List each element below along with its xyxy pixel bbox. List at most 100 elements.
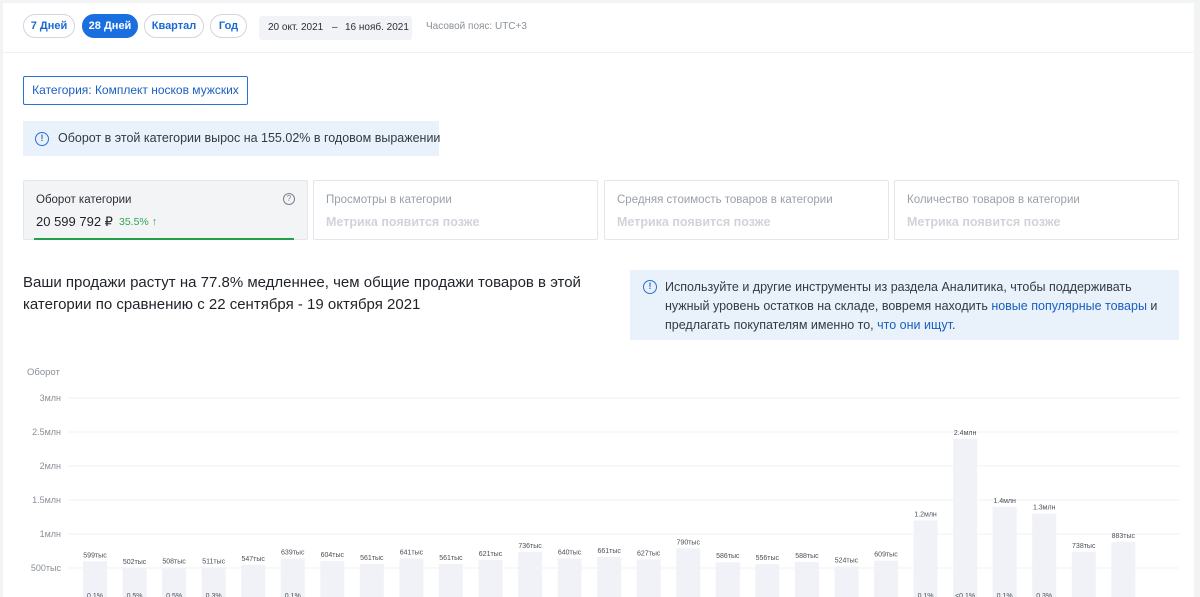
y-tick-label: 500тыс <box>31 563 62 573</box>
bar-value-label: 588тыс <box>795 553 819 560</box>
chart-bar <box>518 551 543 597</box>
y-tick-label: 1млн <box>40 529 61 539</box>
chart-bar <box>953 438 978 597</box>
chart-bar <box>715 562 740 597</box>
bar-value-label: 1.4млн <box>993 498 1016 505</box>
period-year-button[interactable]: Год <box>210 14 247 38</box>
timezone-label: Часовой пояс: UTC+3 <box>426 21 527 32</box>
chart-bar <box>992 506 1017 597</box>
chart-bar <box>636 559 661 597</box>
metric-value: 20 599 792 ₽ <box>36 214 113 229</box>
bar-value-label: 502тыс <box>123 559 147 566</box>
chart-bar <box>676 548 701 597</box>
y-tick-label: 1.5млн <box>32 495 61 505</box>
metric-title: Просмотры в категории <box>326 194 452 206</box>
chart-bar <box>1111 541 1136 597</box>
chart-bar <box>320 560 345 597</box>
bar-value-label: 621тыс <box>479 551 503 558</box>
bar-value-label: 556тыс <box>756 555 780 562</box>
analytics-tip-text: Используйте и другие инструменты из разд… <box>665 278 1170 335</box>
chart-bar <box>83 561 107 597</box>
analytics-tip: ! Используйте и другие инструменты из ра… <box>630 270 1179 340</box>
metric-placeholder: Метрика появится позже <box>617 215 771 229</box>
bar-value-label: 524тыс <box>835 557 859 564</box>
metric-card-turnover[interactable]: Оборот категории ? 20 599 792 ₽ 35.5% ↑ <box>23 180 308 240</box>
bar-value-label: 640тыс <box>558 549 582 556</box>
bar-share-label: 0.1% <box>285 593 301 597</box>
metric-title: Средняя стоимость товаров в категории <box>617 194 833 206</box>
search-queries-link[interactable]: что они ищут <box>877 318 952 332</box>
bar-share-label: 0.1% <box>997 593 1013 597</box>
bar-value-label: 627тыс <box>637 550 661 557</box>
date-to: 16 нояб. 2021 <box>345 22 409 33</box>
tip-text-part: . <box>951 318 956 332</box>
category-filter-button[interactable]: Категория: Комплект носков мужских <box>23 76 248 105</box>
y-tick-label: 2.5млн <box>32 427 61 437</box>
bar-share-label: 0.1% <box>918 593 934 597</box>
chart-bar <box>359 563 384 597</box>
chart-bar <box>280 558 305 597</box>
bar-share-label: 0.3% <box>206 593 222 597</box>
chart-bar <box>1032 513 1057 597</box>
bar-value-label: 738тыс <box>1072 543 1096 550</box>
info-icon: ! <box>643 280 657 294</box>
date-from: 20 окт. 2021 <box>268 22 324 33</box>
bar-share-label: 0.5% <box>127 593 143 597</box>
y-tick-label: 3млн <box>40 393 61 403</box>
chart-bar <box>794 562 819 597</box>
metric-title: Количество товаров в категории <box>907 194 1080 206</box>
bar-share-label: 0.3% <box>1036 593 1052 597</box>
metric-placeholder: Метрика появится позже <box>326 215 480 229</box>
bar-share-label: <0.1% <box>955 593 975 597</box>
info-icon: ! <box>35 132 49 146</box>
bar-value-label: 2.4млн <box>954 430 977 437</box>
help-icon[interactable]: ? <box>283 193 295 205</box>
metric-delta: 35.5% ↑ <box>119 216 157 228</box>
chart-bar <box>755 564 780 597</box>
bar-value-label: 883тыс <box>1112 533 1136 540</box>
chart-bar <box>438 563 463 597</box>
metric-title: Оборот категории <box>36 194 132 206</box>
y-axis-title: Оборот <box>27 367 60 378</box>
metric-placeholder: Метрика появится позже <box>907 215 1061 229</box>
bar-value-label: 639тыс <box>281 550 305 557</box>
bar-share-label: 0.1% <box>87 593 103 597</box>
bar-value-label: 586тыс <box>716 553 740 560</box>
date-range-picker[interactable]: 20 окт. 2021 – 16 нояб. 2021 <box>259 16 412 40</box>
bar-value-label: 1.2млн <box>914 511 937 518</box>
popular-products-link[interactable]: новые популярные товары <box>991 299 1147 313</box>
bar-value-label: 561тыс <box>360 555 384 562</box>
chart-bar <box>241 564 266 597</box>
active-metric-underline <box>34 238 294 240</box>
bar-value-label: 790тыс <box>677 539 701 546</box>
sales-comparison-headline: Ваши продажи растут на 77.8% медленнее, … <box>23 274 581 313</box>
bar-share-label: 0.5% <box>166 593 182 597</box>
chart-bar <box>834 566 859 597</box>
growth-notice: ! Оборот в этой категории вырос на 155.0… <box>23 121 441 156</box>
metric-card-views[interactable]: Просмотры в категории Метрика появится п… <box>313 180 598 240</box>
chart-bar <box>597 557 622 597</box>
bar-value-label: 511тыс <box>202 558 225 565</box>
bar-value-label: 736тыс <box>518 543 542 550</box>
metric-card-product-count[interactable]: Количество товаров в категории Метрика п… <box>894 180 1179 240</box>
period-quarter-button[interactable]: Квартал <box>144 14 204 38</box>
growth-notice-text: Оборот в этой категории вырос на 155.02%… <box>58 131 441 145</box>
date-separator: – <box>332 22 338 33</box>
period-28-days-button[interactable]: 28 Дней <box>82 14 138 38</box>
bar-value-label: 609тыс <box>874 552 898 559</box>
chart-bar <box>913 520 938 597</box>
metric-card-avg-price[interactable]: Средняя стоимость товаров в категории Ме… <box>604 180 889 240</box>
period-toolbar: 7 Дней 28 Дней Квартал Год 20 окт. 2021 … <box>3 3 1194 53</box>
bar-value-label: 599тыс <box>83 552 107 559</box>
period-7-days-button[interactable]: 7 Дней <box>23 14 75 38</box>
bar-value-label: 1.3млн <box>1033 505 1056 512</box>
bar-value-label: 641тыс <box>400 549 424 556</box>
chart-bar <box>478 559 503 597</box>
chart-bar <box>399 558 424 597</box>
bar-value-label: 604тыс <box>321 552 345 559</box>
chart-bar <box>874 560 898 597</box>
chart-bar <box>1071 551 1096 597</box>
turnover-bar-chart: Оборот 500тыс 1млн 1.5млн 2млн 2.5млн 3млн 599т… <box>27 367 1179 597</box>
bar-value-label: 561тыс <box>439 555 463 562</box>
chart-bar <box>557 558 582 597</box>
